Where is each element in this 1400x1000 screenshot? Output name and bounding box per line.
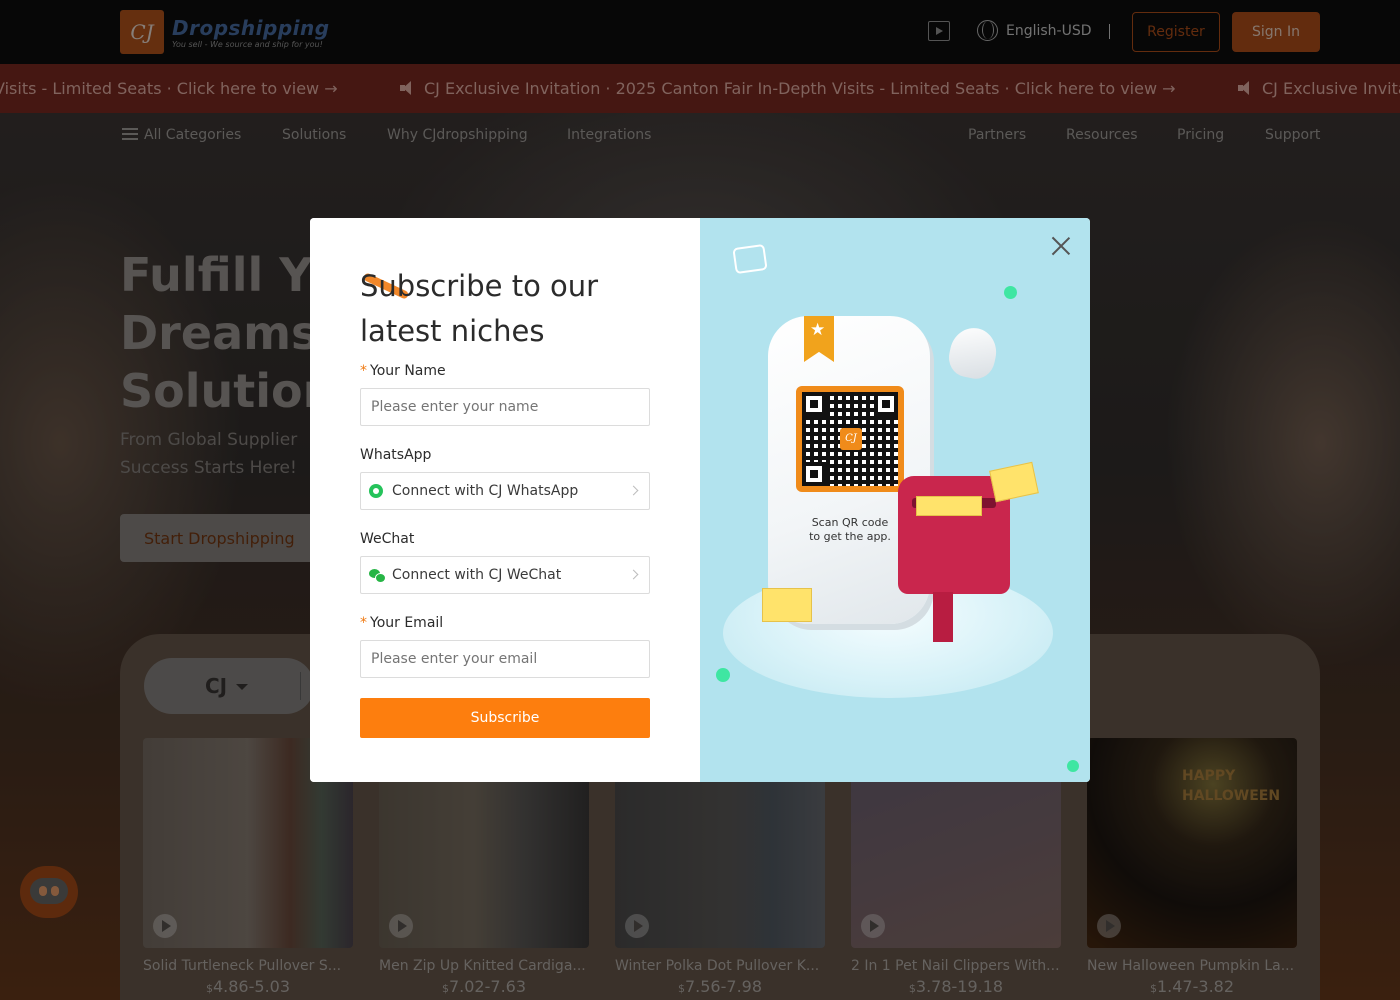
wechat-connect-label: Connect with CJ WeChat xyxy=(392,567,562,583)
email-input[interactable] xyxy=(360,640,650,678)
envelope-icon xyxy=(916,496,982,516)
whatsapp-label: WhatsApp xyxy=(360,447,432,463)
subscribe-modal: Subscribe to our latest niches * Your Nam… xyxy=(310,218,1090,782)
wechat-icon xyxy=(369,569,386,583)
chat-bubble-icon xyxy=(732,243,768,275)
decor-dot xyxy=(1067,760,1079,772)
close-icon[interactable] xyxy=(1051,236,1071,256)
qr-caption: Scan QR code to get the app. xyxy=(809,516,891,543)
whatsapp-connect-button[interactable]: Connect with CJ WhatsApp xyxy=(360,472,650,510)
email-label: * Your Email xyxy=(360,615,444,631)
decor-dot xyxy=(1004,286,1017,299)
mailbox-post-graphic xyxy=(933,592,953,642)
chevron-right-icon xyxy=(628,569,639,580)
name-label: * Your Name xyxy=(360,363,446,379)
subscribe-form: Subscribe to our latest niches * Your Nam… xyxy=(310,218,700,782)
envelope-icon xyxy=(762,588,812,622)
whatsapp-icon xyxy=(369,484,383,498)
app-qr-code[interactable]: CJ xyxy=(796,386,904,492)
name-input[interactable] xyxy=(360,388,650,426)
wechat-label: WeChat xyxy=(360,531,415,547)
chevron-right-icon xyxy=(628,485,639,496)
wechat-connect-button[interactable]: Connect with CJ WeChat xyxy=(360,556,650,594)
whatsapp-connect-label: Connect with CJ WhatsApp xyxy=(392,483,579,499)
qr-cj-logo: CJ xyxy=(840,428,862,450)
decor-dot xyxy=(716,668,730,682)
subscribe-button[interactable]: Subscribe xyxy=(360,698,650,738)
modal-title: Subscribe to our latest niches xyxy=(360,269,599,348)
